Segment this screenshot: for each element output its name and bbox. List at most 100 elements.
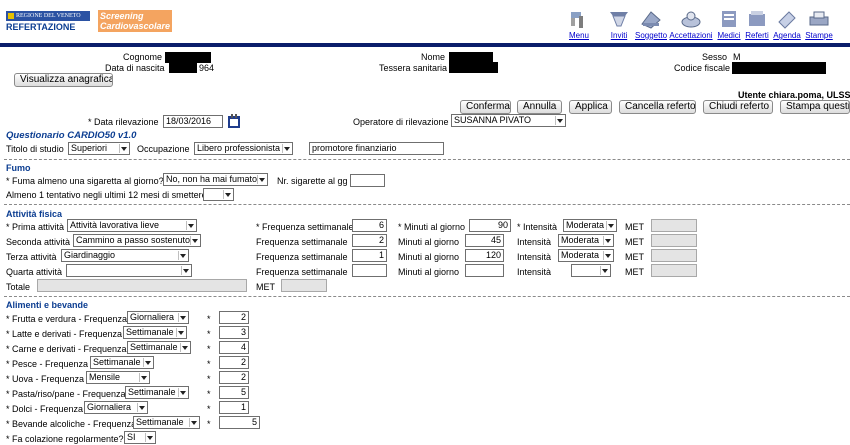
- intensita-select[interactable]: [571, 264, 611, 277]
- alimento-qty-input[interactable]: 5: [219, 416, 260, 429]
- minuti-label: Minuti al giorno: [398, 237, 460, 247]
- chevron-down-icon: [600, 266, 609, 275]
- visualizza-anagrafica-button[interactable]: Visualizza anagrafica: [14, 73, 113, 87]
- attivita-select[interactable]: Giardinaggio: [61, 249, 189, 262]
- frequenza-input[interactable]: 6: [352, 219, 387, 232]
- attivita-select[interactable]: Attività lavorativa lieve: [67, 219, 197, 232]
- nr-sigarette-input[interactable]: [350, 174, 385, 187]
- alimento-freq-select[interactable]: Giornaliera: [127, 311, 189, 324]
- alimento-freq-select[interactable]: Settimanale: [127, 341, 191, 354]
- alimento-label: * Carne e derivati - Frequenza: [6, 344, 127, 354]
- data-rilevazione-input[interactable]: 18/03/2016: [163, 115, 223, 128]
- operatore-select[interactable]: SUSANNA PIVATO: [451, 114, 566, 127]
- frequenza-label: Frequenza settimanale: [256, 237, 348, 247]
- chevron-down-icon: [180, 343, 189, 352]
- totale-met-input: [281, 279, 327, 292]
- chevron-down-icon: [189, 418, 198, 427]
- calendar-icon[interactable]: [228, 114, 240, 128]
- conferma-button[interactable]: Conferma: [460, 100, 511, 114]
- alimento-qty-input[interactable]: 2: [219, 356, 249, 369]
- lion-icon: [8, 12, 14, 19]
- frequenza-input[interactable]: 1: [352, 249, 387, 262]
- met-input: [651, 249, 697, 262]
- frequenza-input[interactable]: [352, 264, 387, 277]
- alimento-qty-input[interactable]: 2: [219, 311, 249, 324]
- occupazione-text-input[interactable]: promotore finanziario: [309, 142, 444, 155]
- alimento-freq-value: Giornaliera: [130, 312, 175, 322]
- colazione-select[interactable]: SI: [124, 431, 156, 444]
- alimento-label: * Dolci - Frequenza: [6, 404, 84, 414]
- alimento-freq-value: Settimanale: [128, 387, 176, 397]
- chevron-down-icon: [181, 266, 190, 275]
- alimento-qty-input[interactable]: 4: [219, 341, 249, 354]
- section-divider: [4, 296, 850, 297]
- alimento-freq-select[interactable]: Settimanale: [123, 326, 187, 339]
- attivita-select[interactable]: [66, 264, 192, 277]
- alimento-freq-value: Mensile: [89, 372, 121, 382]
- minuti-input[interactable]: 90: [469, 219, 511, 232]
- header-divider: [0, 43, 850, 47]
- attivita-row-label: Quarta attività: [6, 267, 63, 277]
- fuma-select[interactable]: No, non ha mai fumato: [163, 173, 268, 186]
- attivita-value: Attività lavorativa lieve: [70, 220, 160, 230]
- region-logo: REGIONE DEL VENETO: [6, 11, 90, 21]
- intensita-select[interactable]: Moderata: [558, 249, 614, 262]
- required-asterisk: *: [207, 389, 211, 399]
- sesso-value: M: [733, 52, 741, 62]
- stampe-icon: [809, 11, 829, 26]
- alimento-freq-value: Settimanale: [130, 342, 178, 352]
- minuti-input[interactable]: 120: [465, 249, 504, 262]
- alimento-qty-input[interactable]: 3: [219, 326, 249, 339]
- alimento-label: * Bevande alcoliche - Frequenza: [6, 419, 137, 429]
- colazione-label: * Fa colazione regolarmente?: [6, 434, 124, 444]
- stampe-button[interactable]: Stampe: [796, 8, 842, 42]
- alimento-freq-value: Settimanale: [136, 417, 184, 427]
- minuti-input[interactable]: 45: [465, 234, 504, 247]
- alimento-qty-input[interactable]: 2: [219, 371, 249, 384]
- intensita-select[interactable]: Moderata: [558, 234, 614, 247]
- alimento-freq-select[interactable]: Mensile: [86, 371, 150, 384]
- attivita-row-label: * Prima attività: [6, 222, 65, 232]
- applica-button[interactable]: Applica: [569, 100, 612, 114]
- app-name: REFERTAZIONE: [6, 22, 76, 32]
- intensita-select[interactable]: Moderata: [563, 219, 617, 232]
- questionnaire-title: Questionario CARDIO50 v1.0: [6, 130, 137, 141]
- nascita-label: Data di nascita: [105, 63, 165, 73]
- chiudi-referto-button[interactable]: Chiudi referto: [703, 100, 773, 114]
- tentativo-select[interactable]: [203, 188, 234, 201]
- alimento-qty-input[interactable]: 1: [219, 401, 249, 414]
- screening-badge: Screening Cardiovascolare: [98, 10, 172, 32]
- user-line: Utente chiara.poma, ULSS: [738, 90, 850, 100]
- met-label: MET: [625, 237, 644, 247]
- alimento-freq-select[interactable]: Settimanale: [133, 416, 200, 429]
- frequenza-input[interactable]: 2: [352, 234, 387, 247]
- minuti-input[interactable]: [465, 264, 504, 277]
- required-asterisk: *: [207, 404, 211, 414]
- cancella-referto-button[interactable]: Cancella referto: [619, 100, 696, 114]
- minuti-label: Minuti al giorno: [398, 267, 460, 277]
- alimento-freq-select[interactable]: Giornaliera: [84, 401, 148, 414]
- alimento-freq-value: Settimanale: [126, 327, 174, 337]
- stampa-questionario-button[interactable]: Stampa questio: [780, 100, 850, 114]
- alimento-freq-select[interactable]: Settimanale: [90, 356, 154, 369]
- nome-redacted: [449, 52, 493, 62]
- annulla-button[interactable]: Annulla: [517, 100, 562, 114]
- occupazione-select[interactable]: Libero professionista: [194, 142, 293, 155]
- attivita-value: Giardinaggio: [64, 250, 116, 260]
- required-asterisk: *: [207, 344, 211, 354]
- alimento-freq-select[interactable]: Settimanale: [125, 386, 189, 399]
- alimento-qty-input[interactable]: 5: [219, 386, 249, 399]
- chevron-down-icon: [178, 251, 187, 260]
- chevron-down-icon: [139, 373, 148, 382]
- chevron-down-icon: [178, 313, 187, 322]
- attivita-select[interactable]: Cammino a passo sostenuto: [73, 234, 201, 247]
- cf-redacted: [732, 62, 826, 74]
- attivita-value: Cammino a passo sostenuto: [76, 235, 191, 245]
- cf-label: Codice fiscale: [674, 63, 731, 73]
- fuma-label: * Fuma almeno una sigaretta al giorno?: [6, 176, 164, 186]
- titolo-studio-select[interactable]: Superiori: [68, 142, 130, 155]
- operatore-label: Operatore di rilevazione: [353, 117, 449, 127]
- cognome-label: Cognome: [123, 52, 163, 62]
- met-label: MET: [625, 222, 644, 232]
- chevron-down-icon: [257, 175, 266, 184]
